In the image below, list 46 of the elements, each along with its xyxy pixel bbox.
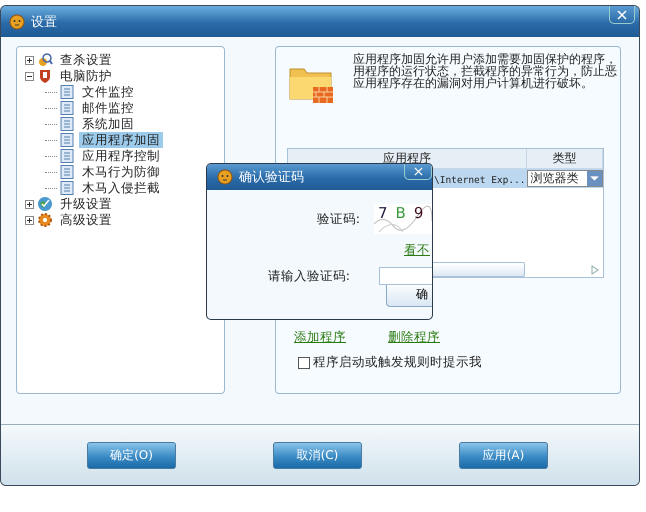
tree-item[interactable]: 查杀设置 — [57, 52, 115, 68]
close-button[interactable] — [404, 164, 432, 180]
tree-item[interactable]: 系统加固 — [79, 116, 137, 132]
expander-icon[interactable] — [25, 72, 34, 80]
link[interactable]: 添加程序 — [294, 329, 346, 346]
tree-item[interactable]: 应用程序加固 — [79, 132, 163, 148]
tree-item[interactable]: 应用程序控制 — [79, 148, 163, 164]
tree-item[interactable]: 电脑防护 — [57, 68, 115, 84]
input-label: 请输入验证码: — [268, 268, 350, 284]
checkbox[interactable] — [298, 356, 310, 368]
page-icon — [59, 148, 75, 164]
column-header[interactable]: 类型 — [527, 149, 603, 168]
code-label: 验证码: — [316, 210, 360, 228]
input-field[interactable] — [379, 267, 432, 285]
tree-item[interactable]: 邮件监控 — [79, 100, 137, 116]
gear-icon — [37, 212, 53, 228]
close-icon — [414, 167, 422, 176]
description-text: 应用程序加固允许用户添加需要加固保护的程序， — [353, 53, 617, 65]
expander-icon[interactable] — [25, 216, 34, 224]
close-button[interactable] — [609, 6, 635, 24]
page-icon — [59, 116, 75, 132]
tree-item[interactable]: 木马入侵拦截 — [79, 180, 163, 196]
page-icon — [59, 132, 75, 148]
window-title: 设置 — [31, 14, 57, 30]
checkbox-label: 程序启动或触发规则时提示我 — [313, 354, 482, 371]
close-icon — [617, 10, 627, 20]
link[interactable]: 删除程序 — [388, 329, 440, 346]
page-icon — [59, 180, 75, 196]
captcha-image: 7 B 9 — [374, 204, 432, 234]
globe-icon — [37, 196, 53, 212]
tree-item[interactable]: 升级设置 — [57, 196, 115, 212]
tree-item[interactable]: 高级设置 — [57, 212, 115, 228]
page-icon — [59, 164, 75, 180]
description-text: 应用程序存在的漏洞对用户计算机进行破坏。 — [353, 77, 593, 89]
shield-icon — [37, 68, 53, 84]
page-icon — [59, 100, 75, 116]
expander-icon[interactable] — [25, 200, 34, 208]
expander-icon[interactable] — [25, 56, 34, 64]
page-icon — [59, 84, 75, 100]
table-cell: \Internet Exp... — [434, 174, 526, 186]
refresh-link[interactable]: 看不 — [207, 242, 432, 259]
magnifier-icon — [37, 52, 53, 68]
description-text: 用程序的运行状态，拦截程序的异常行为，防止恶 — [353, 65, 617, 77]
tree-item[interactable]: 文件监控 — [79, 84, 137, 100]
tree-item[interactable]: 木马行为防御 — [79, 164, 163, 180]
type-dropdown[interactable]: 浏览器类 — [527, 170, 603, 187]
